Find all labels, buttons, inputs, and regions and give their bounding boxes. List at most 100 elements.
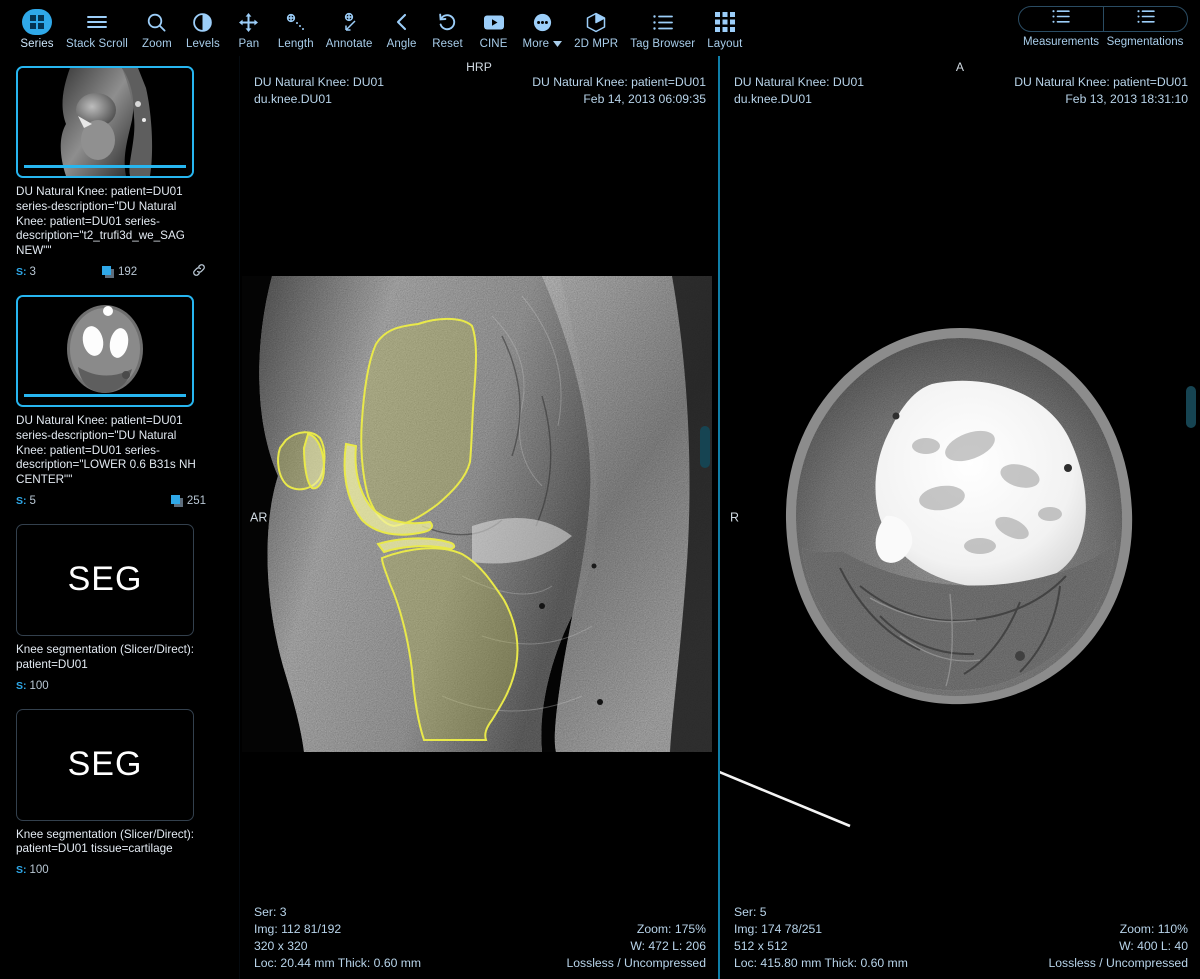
series-meta-row: S: 5 251: [16, 492, 206, 510]
axial-ct-leg: [720, 116, 1200, 916]
series-number-value: 5: [30, 495, 36, 507]
hamburger-icon: [82, 9, 112, 35]
series-description: Knee segmentation (Slicer/Direct): patie…: [16, 828, 206, 858]
tool-pan[interactable]: Pan: [226, 6, 272, 50]
list-icon: [1051, 9, 1071, 29]
image-dimensions-overlay: 512 x 512: [734, 938, 908, 955]
study-datetime: Feb 14, 2013 06:09:35: [532, 91, 706, 108]
tool-series[interactable]: Series: [14, 6, 60, 50]
ellipsis-icon: [527, 9, 557, 35]
annotate-arrow-icon: [334, 9, 364, 35]
mri-sagittal-knee-thumbnail: [18, 68, 192, 176]
viewport-overlay-bottom-left: Ser: 3 Img: 112 81/192 320 x 320 Loc: 20…: [254, 904, 421, 972]
tool-zoom[interactable]: Zoom: [134, 6, 180, 50]
tool-label: Annotate: [326, 38, 373, 50]
tool-stack-scroll[interactable]: Stack Scroll: [60, 6, 134, 50]
measurements-panel-label: Measurements: [1019, 36, 1103, 48]
series-number-key: S:: [16, 266, 27, 278]
series-meta-row: S: 100: [16, 861, 206, 879]
segmentations-panel-button[interactable]: [1103, 7, 1187, 31]
tool-label: More: [523, 38, 550, 50]
list-item[interactable]: SEG Knee segmentation (Slicer/Direct): p…: [0, 510, 239, 695]
viewport-image-sagittal[interactable]: [242, 276, 712, 752]
viewport-grid: HRP AR DU Natural Knee: DU01 du.knee.DU0…: [240, 56, 1200, 979]
series-thumbnail[interactable]: [16, 66, 194, 178]
series-sidebar[interactable]: DU Natural Knee: patient=DU01 series-des…: [0, 56, 240, 979]
panel-toggles: Measurements Segmentations: [1018, 6, 1188, 48]
tool-levels[interactable]: Levels: [180, 6, 226, 50]
study-id: du.knee.DU01: [734, 91, 864, 108]
tool-layout[interactable]: Layout: [701, 6, 748, 50]
workspace: DU Natural Knee: patient=DU01 series-des…: [0, 56, 1200, 979]
list-item[interactable]: SEG Knee segmentation (Slicer/Direct): p…: [0, 695, 239, 880]
study-description: DU Natural Knee: patient=DU01: [1014, 74, 1188, 91]
slice-location-overlay: Loc: 20.44 mm Thick: 0.60 mm: [254, 955, 421, 972]
length-ruler-icon: [281, 9, 311, 35]
magnifier-icon: [142, 9, 172, 35]
list-icon: [1136, 9, 1156, 29]
viewport-overlay-top-right: DU Natural Knee: patient=DU01 Feb 14, 20…: [532, 74, 706, 108]
window-level-overlay: W: 472 L: 206: [566, 938, 706, 955]
patient-name: DU Natural Knee: DU01: [734, 74, 864, 91]
viewport-overlay-top-left: DU Natural Knee: DU01 du.knee.DU01: [254, 74, 384, 108]
list-item[interactable]: DU Natural Knee: patient=DU01 series-des…: [0, 56, 239, 281]
chevron-down-icon: [553, 38, 562, 50]
viewport-scrollbar-thumb[interactable]: [700, 426, 710, 468]
study-description: DU Natural Knee: patient=DU01: [532, 74, 706, 91]
zoom-level-overlay: Zoom: 175%: [566, 921, 706, 938]
sagittal-knee-mri: [242, 276, 712, 752]
spacer-line: [566, 904, 706, 921]
tool-tag-browser[interactable]: Tag Browser: [624, 6, 701, 50]
instances-stack-icon: [171, 495, 183, 507]
patient-name: DU Natural Knee: DU01: [254, 74, 384, 91]
segmentation-thumbnail[interactable]: SEG: [16, 709, 194, 821]
tool-label: Levels: [186, 38, 220, 50]
series-thumbnail[interactable]: [16, 295, 194, 407]
list-item[interactable]: DU Natural Knee: patient=DU01 series-des…: [0, 281, 239, 510]
tool-annotate[interactable]: Annotate: [320, 6, 379, 50]
series-description: Knee segmentation (Slicer/Direct): patie…: [16, 643, 206, 673]
layout-grid-icon: [710, 9, 740, 35]
series-number-key: S:: [16, 495, 27, 507]
contrast-icon: [188, 9, 218, 35]
window-level-overlay: W: 400 L: 40: [1048, 938, 1188, 955]
viewport-scrollbar-thumb[interactable]: [1186, 386, 1196, 428]
move-arrows-icon: [234, 9, 264, 35]
seg-placeholder-label: SEG: [68, 560, 143, 599]
cube-icon: [581, 9, 611, 35]
seg-placeholder-label: SEG: [68, 745, 143, 784]
tool-length[interactable]: Length: [272, 6, 320, 50]
series-meta-row: S: 3 192: [16, 263, 206, 281]
series-meta-row: S: 100: [16, 677, 206, 695]
series-number-value: 100: [30, 864, 49, 876]
thumbnail-progress-bar: [24, 394, 186, 397]
tool-angle[interactable]: Angle: [379, 6, 425, 50]
series-number-overlay: Ser: 3: [254, 904, 421, 921]
tool-cine[interactable]: CINE: [471, 6, 517, 50]
series-number-key: S:: [16, 680, 27, 692]
tool-label: Stack Scroll: [66, 38, 128, 50]
viewport-axial-ct[interactable]: A R DU Natural Knee: DU01 du.knee.DU01 D…: [720, 56, 1200, 979]
main-toolbar: Series Stack Scroll Zoom: [0, 0, 1200, 56]
tool-label: 2D MPR: [574, 38, 618, 50]
tool-label: Pan: [239, 38, 260, 50]
viewport-image-axial[interactable]: [720, 116, 1200, 916]
tool-label: Series: [20, 38, 53, 50]
thumbnail-progress-bar: [24, 165, 186, 168]
tool-more[interactable]: More: [517, 6, 569, 50]
study-datetime: Feb 13, 2013 18:31:10: [1014, 91, 1188, 108]
viewport-overlay-top-right: DU Natural Knee: patient=DU01 Feb 13, 20…: [1014, 74, 1188, 108]
measurements-panel-button[interactable]: [1019, 7, 1103, 31]
toolbar-tools: Series Stack Scroll Zoom: [0, 6, 748, 50]
series-number-value: 3: [30, 266, 36, 278]
image-index-overlay: Img: 174 78/251: [734, 921, 908, 938]
series-number-value: 100: [30, 680, 49, 692]
tool-label: Angle: [387, 38, 417, 50]
image-index-overlay: Img: 112 81/192: [254, 921, 421, 938]
tool-label: CINE: [480, 38, 508, 50]
segmentation-thumbnail[interactable]: SEG: [16, 524, 194, 636]
link-icon[interactable]: [192, 263, 206, 280]
tool-reset[interactable]: Reset: [425, 6, 471, 50]
viewport-sagittal-mr[interactable]: HRP AR DU Natural Knee: DU01 du.knee.DU0…: [240, 56, 720, 979]
tool-2d-mpr[interactable]: 2D MPR: [568, 6, 624, 50]
